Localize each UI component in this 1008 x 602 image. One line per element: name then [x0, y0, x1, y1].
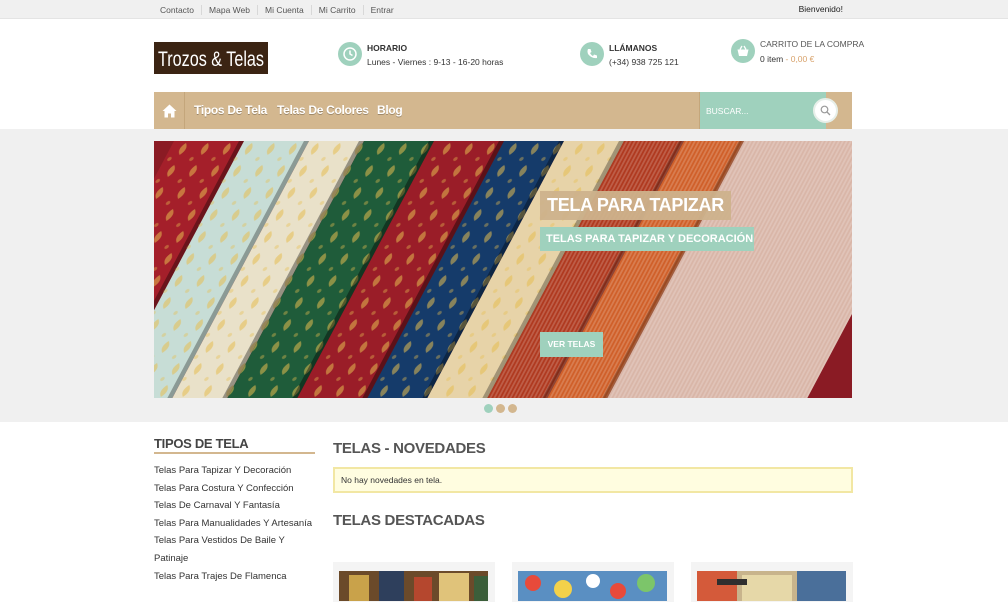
category-sidebar: TIPOS DE TELA Telas Para Tapizar Y Decor… [154, 436, 315, 585]
nav-item-tipos-de-tela[interactable]: Tipos De Tela [194, 92, 267, 129]
product-image[interactable] [339, 571, 488, 601]
slider-dot-2[interactable] [496, 404, 505, 413]
schedule-info: HORARIO Lunes - Viernes : 9-13 - 16-20 h… [338, 42, 503, 68]
phone-title: LLÁMANOS [609, 43, 658, 53]
search-box [699, 92, 838, 129]
sidebar-title: TIPOS DE TELA [154, 436, 315, 454]
search-input[interactable] [700, 92, 812, 129]
schedule-value: Lunes - Viernes : 9-13 - 16-20 horas [367, 57, 504, 67]
fabric-rolls-image [154, 141, 852, 398]
slider-pagination [484, 404, 520, 413]
product-card[interactable] [333, 562, 495, 602]
top-bar: Contacto Mapa Web Mi Cuenta Mi Carrito E… [0, 0, 1008, 19]
top-links: Contacto Mapa Web Mi Cuenta Mi Carrito E… [154, 0, 401, 19]
phone-number[interactable]: (+34) 938 725 121 [609, 56, 679, 68]
svg-text:Trozos & Telas: Trozos & Telas [158, 48, 264, 71]
slide-caption-title: TELA PARA TAPIZAR [540, 191, 731, 220]
cart-price: 0,00 € [790, 54, 815, 64]
main-content: TELAS - NOVEDADES No hay novedades en te… [333, 440, 853, 602]
basket-icon[interactable] [731, 39, 755, 63]
cart-title: CARRITO DE LA COMPRA [760, 39, 865, 49]
schedule-title: HORARIO [367, 43, 408, 53]
my-account-link[interactable]: Mi Cuenta [256, 4, 311, 15]
product-card[interactable] [512, 562, 674, 602]
category-item[interactable]: Telas Para Tapizar Y Decoración [154, 462, 315, 480]
product-image[interactable] [518, 571, 667, 601]
category-item[interactable]: Telas Para Trajes De Flamenca [154, 568, 315, 586]
nav-item-blog[interactable]: Blog [377, 92, 403, 129]
header: Trozos & Telas HORARIO Lunes - Viernes :… [0, 19, 1008, 92]
login-link[interactable]: Entrar [362, 4, 401, 15]
slide-caption-subtitle: TELAS PARA TAPIZAR Y DECORACIÓN [540, 227, 754, 251]
phone-icon [580, 42, 604, 66]
category-item[interactable]: Telas Para Costura Y Confección [154, 480, 315, 498]
slider-image[interactable] [154, 141, 852, 398]
site-logo[interactable]: Trozos & Telas [154, 42, 268, 74]
category-item[interactable]: Telas De Carnaval Y Fantasía [154, 497, 315, 515]
product-card[interactable] [691, 562, 853, 602]
news-title: TELAS - NOVEDADES [333, 440, 486, 457]
welcome-text: Bienvenido! [798, 4, 843, 14]
contact-link[interactable]: Contacto [154, 5, 201, 15]
news-notice: No hay novedades en tela. [333, 467, 853, 493]
cart-summary: 0 item - 0,00 € [760, 53, 864, 65]
category-item[interactable]: Telas Para Manualidades Y Artesanía [154, 515, 315, 533]
my-cart-link[interactable]: Mi Carrito [310, 4, 363, 15]
logo-wordmark: Trozos & Telas [158, 48, 264, 71]
slider-dot-3[interactable] [508, 404, 517, 413]
cart-items: 0 item [760, 54, 784, 64]
sitemap-link[interactable]: Mapa Web [201, 4, 257, 15]
main-nav: Tipos De Tela Telas De Colores Blog [154, 92, 852, 129]
view-fabrics-button[interactable]: VER TELAS [540, 332, 603, 357]
clock-icon [338, 42, 362, 66]
home-button[interactable] [154, 92, 185, 129]
nav-item-telas-de-colores[interactable]: Telas De Colores [277, 92, 369, 129]
search-button[interactable] [813, 98, 838, 123]
slider-dot-1[interactable] [484, 404, 493, 413]
home-icon [162, 104, 176, 117]
featured-title: TELAS DESTACADAS [333, 512, 485, 529]
cart-info[interactable]: CARRITO DE LA COMPRA 0 item - 0,00 € [731, 39, 864, 65]
category-item[interactable]: Telas Para Vestidos De Baile Y Patinaje [154, 532, 315, 567]
cart-separator: - [783, 54, 791, 64]
magnifier-icon [820, 105, 831, 116]
category-list: Telas Para Tapizar Y Decoración Telas Pa… [154, 462, 315, 585]
product-image[interactable] [697, 571, 846, 601]
phone-info: LLÁMANOS (+34) 938 725 121 [580, 42, 679, 68]
